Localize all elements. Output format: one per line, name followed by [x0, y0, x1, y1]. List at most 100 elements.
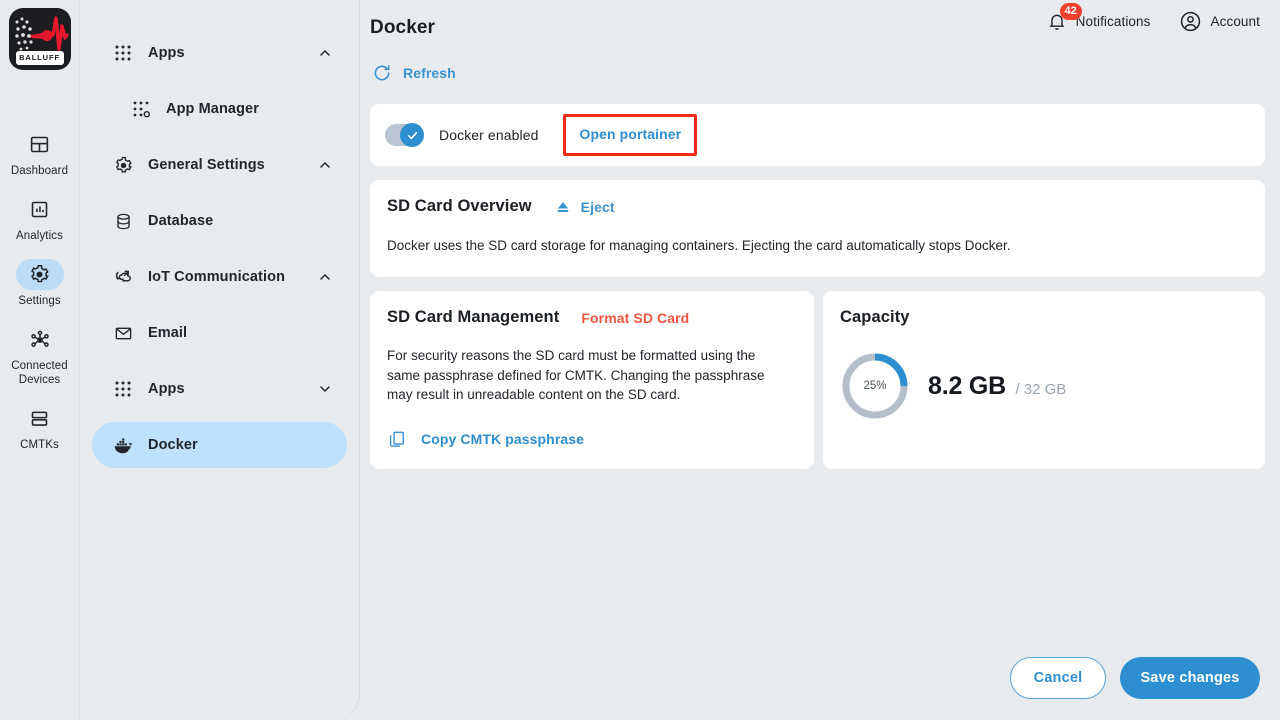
- rail-label-connected-devices: Connected Devices: [2, 359, 77, 387]
- app-manager-icon: [130, 98, 152, 120]
- sidebar-item-iot-communication[interactable]: IoT Communication: [92, 254, 347, 300]
- sd-management-title: SD Card Management: [387, 308, 559, 327]
- cmtk-icon: [29, 408, 50, 429]
- eject-icon: [554, 198, 572, 216]
- app-root: BALLUFF Dashboard Analytics: [0, 0, 1280, 720]
- gear-icon: [112, 154, 134, 176]
- analytics-icon: [29, 199, 50, 220]
- sd-card-overview-card: SD Card Overview Eject Docker uses the S…: [370, 180, 1265, 277]
- dashboard-pill: [16, 129, 64, 160]
- grid-dots-icon: [112, 378, 134, 400]
- sidebar-item-apps-2[interactable]: Apps: [92, 366, 347, 412]
- account-avatar-icon: [1179, 10, 1202, 33]
- format-sd-card-button[interactable]: Format SD Card: [581, 310, 689, 326]
- rail-item-analytics[interactable]: Analytics: [0, 187, 79, 252]
- rail-item-connected-devices[interactable]: Connected Devices: [0, 317, 79, 396]
- sidebar-item-general-settings[interactable]: General Settings: [92, 142, 347, 188]
- eject-button[interactable]: Eject: [554, 198, 615, 216]
- chevron-down-icon[interactable]: [317, 381, 333, 397]
- cloud-arrow-icon: [112, 266, 134, 288]
- capacity-body: 25% 8.2 GB / 32 GB: [840, 351, 1245, 421]
- sd-overview-header: SD Card Overview Eject: [387, 197, 1245, 216]
- rail-item-dashboard[interactable]: Dashboard: [0, 122, 79, 187]
- connected-devices-icon: [29, 329, 51, 351]
- notifications-button[interactable]: 42 Notifications: [1047, 12, 1151, 32]
- sidebar-item-database[interactable]: Database: [92, 198, 347, 244]
- rail-label-analytics: Analytics: [16, 229, 63, 243]
- dashboard-icon: [29, 134, 50, 155]
- notifications-badge: 42: [1060, 3, 1082, 20]
- sidebar-item-docker[interactable]: Docker: [92, 422, 347, 468]
- check-icon: [406, 129, 419, 142]
- capacity-card: Capacity 25% 8.2 GB / 32 GB: [823, 291, 1265, 469]
- sidebar-label-apps: Apps: [148, 45, 317, 61]
- rail-label-settings: Settings: [18, 294, 60, 308]
- sidebar-item-apps[interactable]: Apps: [92, 30, 347, 76]
- chevron-up-icon[interactable]: [317, 269, 333, 285]
- rail-label-cmtks: CMTKs: [20, 438, 59, 452]
- sidebar-item-email[interactable]: Email: [92, 310, 347, 356]
- balluff-logo: BALLUFF: [9, 8, 71, 70]
- envelope-icon: [112, 322, 134, 344]
- open-portainer-button[interactable]: Open portainer: [563, 114, 697, 156]
- cancel-button[interactable]: Cancel: [1010, 657, 1106, 699]
- sidebar-label-database: Database: [148, 213, 333, 229]
- settings-sidebar: Apps App Manager: [80, 0, 360, 720]
- docker-enabled-label: Docker enabled: [439, 127, 538, 143]
- sidebar-item-app-manager[interactable]: App Manager: [92, 86, 347, 132]
- account-label: Account: [1211, 14, 1260, 29]
- rail-item-cmtks[interactable]: CMTKs: [0, 396, 79, 461]
- analytics-pill: [16, 194, 64, 225]
- topbar: Docker 42 Notifications Account: [360, 0, 1280, 56]
- cards-container: Docker enabled Open portainer SD Card Ov…: [360, 90, 1280, 483]
- database-icon: [112, 210, 134, 232]
- main-content: Docker 42 Notifications Account: [360, 0, 1280, 720]
- sd-card-management-card: SD Card Management Format SD Card For se…: [370, 291, 814, 469]
- sd-overview-description: Docker uses the SD card storage for mana…: [387, 236, 1245, 255]
- sd-management-header: SD Card Management Format SD Card: [387, 308, 794, 327]
- copy-passphrase-label: Copy CMTK passphrase: [421, 431, 584, 447]
- cmtks-pill: [16, 403, 64, 434]
- copy-icon: [387, 429, 407, 449]
- grid-dots-icon: [112, 42, 134, 64]
- capacity-values: 8.2 GB / 32 GB: [928, 372, 1066, 401]
- sd-overview-title: SD Card Overview: [387, 197, 532, 216]
- sidebar-label-apps-2: Apps: [148, 381, 317, 397]
- rail-item-list: Dashboard Analytics Se: [0, 122, 79, 461]
- rail-item-settings[interactable]: Settings: [0, 252, 79, 317]
- account-button[interactable]: Account: [1179, 10, 1260, 33]
- sidebar-label-docker: Docker: [148, 437, 333, 453]
- sd-management-description: For security reasons the SD card must be…: [387, 346, 787, 405]
- chevron-up-icon[interactable]: [317, 45, 333, 61]
- sidebar-label-email: Email: [148, 325, 333, 341]
- refresh-label: Refresh: [403, 65, 456, 81]
- capacity-total: / 32 GB: [1015, 381, 1066, 398]
- sidebar-label-app-manager: App Manager: [166, 101, 333, 117]
- capacity-donut-chart: 25%: [840, 351, 910, 421]
- eject-label: Eject: [581, 199, 615, 215]
- sidebar-label-iot-communication: IoT Communication: [148, 269, 317, 285]
- copy-passphrase-button[interactable]: Copy CMTK passphrase: [387, 429, 584, 449]
- sidebar-label-general-settings: General Settings: [148, 157, 317, 173]
- capacity-used: 8.2 GB: [928, 372, 1006, 400]
- docker-enabled-card: Docker enabled Open portainer: [370, 104, 1265, 166]
- chevron-up-icon[interactable]: [317, 157, 333, 173]
- primary-nav-rail: BALLUFF Dashboard Analytics: [0, 0, 80, 720]
- page-title: Docker: [370, 17, 435, 39]
- open-portainer-label: Open portainer: [579, 126, 681, 142]
- docker-enabled-toggle[interactable]: [385, 124, 423, 146]
- capacity-title: Capacity: [840, 308, 1245, 327]
- notifications-label: Notifications: [1076, 14, 1151, 29]
- toggle-knob: [400, 123, 424, 147]
- topbar-actions: 42 Notifications Account: [1047, 10, 1260, 33]
- logo-wordmark: BALLUFF: [16, 51, 64, 65]
- refresh-icon: [372, 63, 392, 83]
- capacity-percent-label: 25%: [840, 351, 910, 421]
- save-changes-button[interactable]: Save changes: [1120, 657, 1260, 699]
- bottom-cards-row: SD Card Management Format SD Card For se…: [370, 291, 1265, 483]
- settings-pill: [16, 259, 64, 290]
- footer-actions: Cancel Save changes: [1010, 657, 1260, 699]
- rail-label-dashboard: Dashboard: [11, 164, 68, 178]
- refresh-button[interactable]: Refresh: [360, 56, 456, 90]
- docker-whale-icon: [112, 434, 134, 456]
